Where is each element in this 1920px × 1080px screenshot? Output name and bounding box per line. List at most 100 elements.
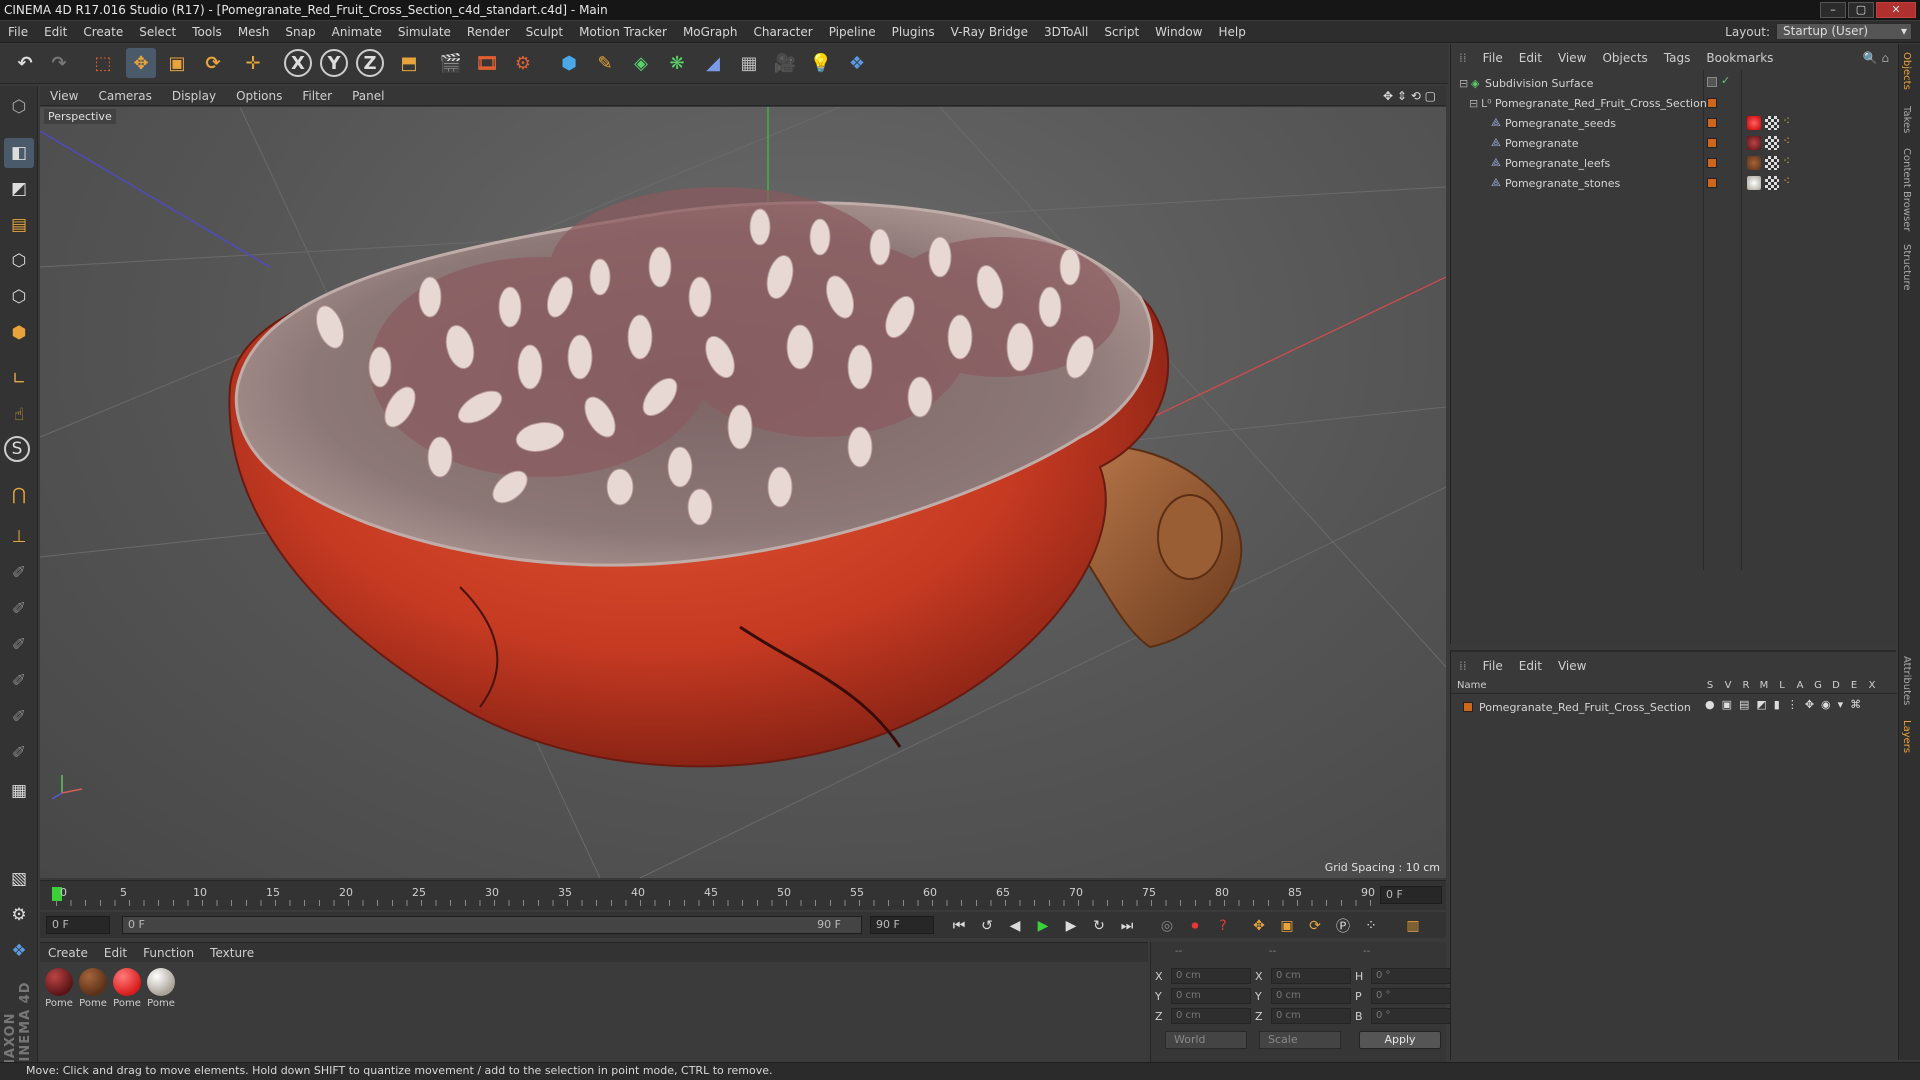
menu-snap[interactable]: Snap	[277, 25, 323, 39]
python-script-icon[interactable]: ❖	[4, 936, 34, 966]
obj-menu-tags[interactable]: Tags	[1656, 51, 1699, 65]
collapse-icon[interactable]: ⊟	[1469, 97, 1481, 110]
layer-color-swatch[interactable]	[1707, 118, 1717, 128]
menu-script[interactable]: Script	[1096, 25, 1147, 39]
obj-menu-file[interactable]: File	[1475, 51, 1511, 65]
tree-item-stones[interactable]: ⟁ Pomegranate_stones	[1491, 174, 1620, 192]
close-button[interactable]: ✕	[1876, 2, 1916, 18]
menu-pipeline[interactable]: Pipeline	[821, 25, 884, 39]
position-z-field[interactable]: 0 cm	[1171, 1008, 1251, 1024]
go-to-start-icon[interactable]: ⏮	[948, 915, 970, 937]
material-tag-icon[interactable]	[1747, 176, 1761, 190]
start-frame-field[interactable]: 0 F	[46, 916, 110, 934]
deformer-icon[interactable]: ◢	[698, 48, 728, 78]
make-editable-icon[interactable]: ⬡	[4, 92, 34, 122]
live-selection-icon[interactable]: ⬚	[88, 48, 118, 78]
uvw-tag-icon[interactable]	[1765, 116, 1779, 130]
obj-menu-view[interactable]: View	[1550, 51, 1594, 65]
layout-dropdown[interactable]: Startup (User)	[1776, 23, 1912, 40]
layer-color-swatch[interactable]	[1707, 178, 1717, 188]
autokey-icon[interactable]: ◎	[1156, 915, 1178, 937]
tab-attributes[interactable]: Attributes	[1901, 656, 1912, 705]
rotation-b-field[interactable]: 0 °	[1371, 1008, 1451, 1024]
layer-color-swatch[interactable]	[1707, 158, 1717, 168]
layer-color-swatch[interactable]	[1707, 138, 1717, 148]
uvw-tag-icon[interactable]	[1765, 176, 1779, 190]
sculpt-brush-5-icon[interactable]: ✐	[4, 702, 34, 732]
obj-search-icon[interactable]: 🔍 ⌂	[1855, 51, 1897, 65]
layer-color-swatch[interactable]	[1707, 98, 1717, 108]
tab-takes[interactable]: Takes	[1901, 106, 1912, 133]
key-rotation-icon[interactable]: ⟳	[1304, 915, 1326, 937]
menu-plugins[interactable]: Plugins	[884, 25, 943, 39]
maximize-button[interactable]: ▢	[1848, 2, 1874, 18]
layer-toggle-icons[interactable]: ●▣▤◩▮⋮✥◉▾⌘	[1705, 698, 1868, 711]
material-tag-icon[interactable]	[1747, 116, 1761, 130]
phong-tag-icon[interactable]: ⁖	[1783, 154, 1790, 168]
key-param-icon[interactable]: Ⓟ	[1332, 915, 1354, 937]
viewport-nav-icons[interactable]: ✥ ⇕ ⟲ ▢	[1373, 89, 1446, 103]
layer-color-swatch[interactable]	[1463, 702, 1473, 712]
menu-mograph[interactable]: MoGraph	[675, 25, 746, 39]
sculpt-brush-6-icon[interactable]: ✐	[4, 738, 34, 768]
vp-menu-panel[interactable]: Panel	[342, 89, 394, 103]
tree-item-leefs[interactable]: ⟁ Pomegranate_leefs	[1491, 154, 1610, 172]
key-position-icon[interactable]: ✥	[1248, 915, 1270, 937]
texture-mode-icon[interactable]: ◩	[4, 174, 34, 204]
apply-button[interactable]: Apply	[1359, 1031, 1441, 1049]
menu-help[interactable]: Help	[1210, 25, 1253, 39]
material-tag-icon[interactable]	[1747, 156, 1761, 170]
col-generators[interactable]: G	[1809, 680, 1827, 691]
mat-menu-texture[interactable]: Texture	[202, 946, 262, 960]
material-swatch[interactable]: Pome	[146, 968, 176, 1009]
layer-row[interactable]: Pomegranate_Red_Fruit_Cross_Section	[1463, 698, 1691, 716]
redo-icon[interactable]: ↷	[44, 48, 74, 78]
vp-menu-display[interactable]: Display	[162, 89, 226, 103]
col-animation[interactable]: A	[1791, 680, 1809, 691]
size-x-field[interactable]: 0 cm	[1271, 968, 1351, 984]
floor-icon[interactable]: ▦	[734, 48, 764, 78]
material-swatch[interactable]: Pome	[44, 968, 74, 1009]
position-y-field[interactable]: 0 cm	[1171, 988, 1251, 1004]
material-swatch[interactable]: Pome	[112, 968, 142, 1009]
tweak-mode-icon[interactable]: ☝	[4, 400, 34, 430]
enabled-check-icon[interactable]: ✓	[1721, 74, 1730, 87]
material-swatch[interactable]: Pome	[78, 968, 108, 1009]
mat-menu-function[interactable]: Function	[135, 946, 202, 960]
size-y-field[interactable]: 0 cm	[1271, 988, 1351, 1004]
current-frame-field[interactable]: 0 F	[1380, 886, 1442, 904]
vp-menu-cameras[interactable]: Cameras	[88, 89, 161, 103]
transform-tool-icon[interactable]: ✛	[238, 48, 268, 78]
menu-tools[interactable]: Tools	[184, 25, 230, 39]
phong-tag-icon[interactable]: ⁖	[1783, 114, 1790, 128]
menu-simulate[interactable]: Simulate	[390, 25, 459, 39]
menu-create[interactable]: Create	[75, 25, 131, 39]
tab-layers[interactable]: Layers	[1901, 720, 1912, 753]
menu-animate[interactable]: Animate	[324, 25, 390, 39]
tree-item-seeds[interactable]: ⟁ Pomegranate_seeds	[1491, 114, 1616, 132]
vp-menu-filter[interactable]: Filter	[292, 89, 342, 103]
menu-edit[interactable]: Edit	[36, 25, 75, 39]
phong-tag-icon[interactable]: ⁖	[1783, 134, 1790, 148]
record-help-icon[interactable]: ?	[1212, 915, 1234, 937]
axis-mode-icon[interactable]: ∟	[4, 364, 34, 394]
render-view-icon[interactable]: 🎬	[436, 48, 466, 78]
brush-settings-icon[interactable]: ⚙	[4, 900, 34, 930]
render-settings-icon[interactable]: ⚙	[508, 48, 538, 78]
col-manager[interactable]: M	[1755, 680, 1773, 691]
viewport-perspective[interactable]: Perspective Grid Spacing : 10 cm	[40, 107, 1446, 878]
move-tool-icon[interactable]: ✥	[126, 48, 156, 78]
vp-menu-view[interactable]: View	[40, 89, 88, 103]
sculpt-brush-3-icon[interactable]: ✐	[4, 630, 34, 660]
col-render[interactable]: R	[1737, 680, 1755, 691]
position-x-field[interactable]: 0 cm	[1171, 968, 1251, 984]
material-tag-icon[interactable]	[1747, 136, 1761, 150]
timeline-ruler[interactable]: 0 5 10 15 20 25 30 35 40 45 50 55 60 65 …	[40, 880, 1446, 910]
obj-menu-edit[interactable]: Edit	[1511, 51, 1550, 65]
coordinate-system-icon[interactable]: ⬒	[394, 48, 424, 78]
mat-menu-create[interactable]: Create	[40, 946, 96, 960]
obj-menu-bookmarks[interactable]: Bookmarks	[1698, 51, 1781, 65]
snap-icon[interactable]: S	[4, 436, 30, 462]
menu-motion-tracker[interactable]: Motion Tracker	[571, 25, 675, 39]
tab-content-browser[interactable]: Content Browser	[1901, 148, 1912, 231]
